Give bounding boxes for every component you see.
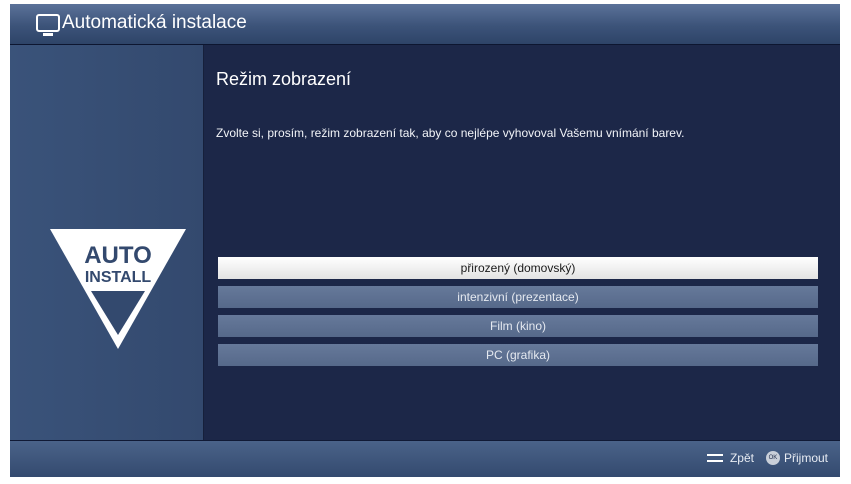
page-title: Režim zobrazení xyxy=(216,69,352,89)
title-bar: Automatická instalace xyxy=(10,4,840,45)
logo-text-auto: AUTO xyxy=(84,242,152,269)
accept-button[interactable]: Přijmout xyxy=(784,451,828,465)
back-arrows-icon xyxy=(705,452,725,464)
option-natural[interactable]: přirozený (domovský) xyxy=(218,257,818,279)
app-title: Automatická instalace xyxy=(62,12,247,33)
option-pc[interactable]: PC (grafika) xyxy=(218,344,818,366)
description-text: Zvolte si, prosím, režim zobrazení tak, … xyxy=(216,126,685,140)
option-film[interactable]: Film (kino) xyxy=(218,315,818,337)
tv-icon xyxy=(36,14,60,36)
footer-bar: Zpět OK Přijmout xyxy=(10,440,840,477)
back-button[interactable]: Zpět xyxy=(730,451,754,465)
tv-menu-frame: Automatická instalace AUTO INSTALL Režim… xyxy=(10,4,840,477)
logo-text-install: INSTALL xyxy=(85,269,152,286)
auto-install-logo: AUTO INSTALL xyxy=(50,229,186,349)
ok-button-icon: OK xyxy=(765,451,780,465)
main-panel: Režim zobrazení Zvolte si, prosím, režim… xyxy=(204,45,840,440)
option-intense[interactable]: intenzivní (prezentace) xyxy=(218,286,818,308)
sidebar: AUTO INSTALL xyxy=(10,45,204,440)
display-mode-options: přirozený (domovský) intenzivní (prezent… xyxy=(218,257,818,373)
